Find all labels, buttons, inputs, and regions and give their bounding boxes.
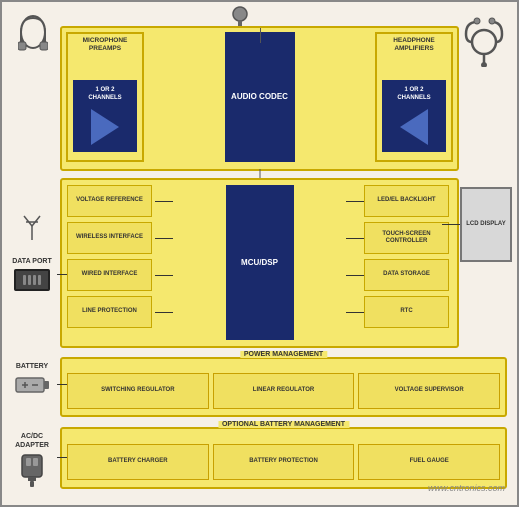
data-port-label: DATA PORT [7, 257, 57, 266]
antenna-area [7, 212, 57, 240]
lcd-display-box: LCD DISPLAY [460, 187, 512, 262]
fuel-gauge-label: FUEL GAUGE [410, 458, 449, 465]
line-protection-box: LINE PROTECTION [67, 296, 152, 328]
adapter-to-battery-mgmt [57, 457, 67, 458]
rtc-label: RTC [400, 308, 412, 315]
rtc-arrow [346, 312, 364, 313]
voltage-ref-box: VOLTAGE REFERENCE [67, 185, 152, 217]
wireless-interface-label: WIRELESS INTERFACE [76, 234, 143, 241]
adapter-area: AC/DC ADAPTER [7, 432, 57, 488]
diagram-container: AUDIO JACK MICROPHONEPREAMPS 1 OR 2CHANN… [0, 0, 519, 507]
wireless-interface-box: WIRELESS INTERFACE [67, 222, 152, 254]
line-protection-label: LINE PROTECTION [82, 308, 137, 315]
lcd-display-label: LCD DISPLAY [466, 221, 505, 228]
voltage-supervisor-box: VOLTAGE SUPERVISOR [358, 373, 500, 409]
headphone-channels-box: 1 OR 2CHANNELS [382, 80, 446, 152]
data-storage-label: DATA STORAGE [383, 271, 430, 278]
touch-screen-box: TOUCH-SCREEN CONTROLLER [364, 222, 449, 254]
led-backlight-box: LED/EL BACKLIGHT [364, 185, 449, 217]
adapter-label: AC/DC ADAPTER [7, 432, 57, 450]
mcu-dsp-label: MCU/DSP [241, 257, 278, 268]
optional-battery-title: OPTIONAL BATTERY MANAGEMENT [218, 421, 349, 428]
line-prot-arrow [155, 312, 173, 313]
middle-section: MCU/DSP VOLTAGE REFERENCE WIRELESS INTER… [60, 178, 459, 348]
battery-charger-box: BATTERY CHARGER [67, 444, 209, 480]
mic-amp-triangle [91, 109, 119, 145]
linear-regulator-box: LINEAR REGULATOR [213, 373, 355, 409]
battery-charger-label: BATTERY CHARGER [108, 458, 168, 465]
battery-yellow-box: OPTIONAL BATTERY MANAGEMENT BATTERY CHAR… [60, 427, 507, 489]
battery-to-power [57, 384, 67, 385]
battery-ext-label: BATTERY [7, 362, 57, 371]
microphone-icon [10, 14, 55, 59]
switching-regulator-box: SWITCHING REGULATOR [67, 373, 209, 409]
left-interface-blocks: VOLTAGE REFERENCE WIRELESS INTERFACE WIR… [67, 185, 155, 328]
data-port-icon [14, 269, 50, 291]
stethoscope-icon [462, 12, 512, 72]
headphone-amp-triangle [400, 109, 428, 145]
right-interface-blocks: LED/EL BACKLIGHT TOUCH-SCREEN CONTROLLER… [364, 185, 452, 328]
battery-area: BATTERY [7, 362, 57, 396]
touch-screen-label: TOUCH-SCREEN CONTROLLER [365, 231, 448, 245]
switching-reg-label: SWITCHING REGULATOR [101, 387, 174, 394]
mic-preamps-label: MICROPHONEPREAMPS [68, 34, 142, 56]
power-yellow-box: POWER MANAGEMENT SWITCHING REGULATOR LIN… [60, 357, 507, 417]
headphone-amps-label: HEADPHONEAMPLIFIERS [377, 34, 451, 56]
jack-to-codec-arrow [260, 28, 261, 43]
battery-sub-blocks: BATTERY CHARGER BATTERY PROTECTION FUEL … [62, 429, 505, 487]
wireless-arrow [155, 238, 173, 239]
voltage-ref-label: VOLTAGE REFERENCE [76, 197, 143, 204]
data-port-area: DATA PORT [7, 257, 57, 291]
mcu-dsp-box: MCU/DSP [226, 185, 294, 340]
battery-prot-label: BATTERY PROTECTION [249, 458, 318, 465]
to-lcd-arrow [442, 224, 460, 225]
wired-interface-box: WIRED INTERFACE [67, 259, 152, 291]
voltage-sup-label: VOLTAGE SUPERVISOR [395, 387, 464, 394]
battery-management-section: OPTIONAL BATTERY MANAGEMENT BATTERY CHAR… [60, 427, 507, 489]
touch-arrow [346, 238, 364, 239]
power-management-title: POWER MANAGEMENT [240, 351, 327, 358]
headphone-channels-label: 1 OR 2CHANNELS [397, 87, 430, 103]
volt-ref-arrow [155, 201, 173, 202]
wired-interface-label: WIRED INTERFACE [82, 271, 138, 278]
linear-reg-label: LINEAR REGULATOR [253, 387, 314, 394]
led-backlight-label: LED/EL BACKLIGHT [377, 197, 435, 204]
mic-preamps-box: MICROPHONEPREAMPS 1 OR 2CHANNELS [66, 32, 144, 162]
headphone-amps-box: HEADPHONEAMPLIFIERS 1 OR 2CHANNELS [375, 32, 453, 162]
rtc-box: RTC [364, 296, 449, 328]
wired-arrow [155, 275, 173, 276]
battery-protection-box: BATTERY PROTECTION [213, 444, 355, 480]
mic-channels-box: 1 OR 2CHANNELS [73, 80, 137, 152]
power-sub-blocks: SWITCHING REGULATOR LINEAR REGULATOR VOL… [62, 359, 505, 415]
audio-codec-label: AUDIO CODEC [231, 91, 288, 102]
watermark: www.cntronics.com [428, 483, 505, 493]
dataport-to-wired [57, 274, 67, 275]
led-arrow [346, 201, 364, 202]
storage-arrow [346, 275, 364, 276]
data-storage-box: DATA STORAGE [364, 259, 449, 291]
power-management-section: POWER MANAGEMENT SWITCHING REGULATOR LIN… [60, 357, 507, 417]
fuel-gauge-box: FUEL GAUGE [358, 444, 500, 480]
audio-section: MICROPHONEPREAMPS 1 OR 2CHANNELS AUDIO C… [60, 26, 459, 171]
mic-channels-label: 1 OR 2CHANNELS [88, 87, 121, 103]
audio-codec-box: AUDIO CODEC [225, 32, 295, 162]
